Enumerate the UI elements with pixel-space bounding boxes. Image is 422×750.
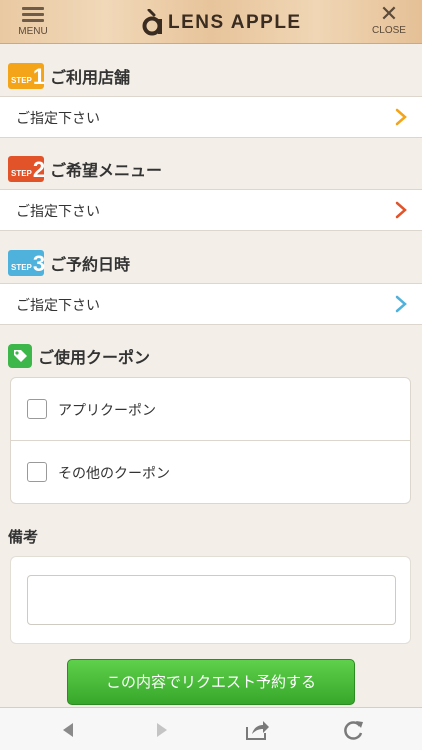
other-coupon-label: その他のクーポン bbox=[58, 466, 170, 482]
step1-badge: STEP 1 bbox=[8, 63, 46, 89]
coupon-title: ご使用クーポン bbox=[38, 348, 151, 367]
step1-badge-word: STEP bbox=[11, 76, 32, 85]
share-button[interactable] bbox=[242, 717, 272, 743]
logo: LENS APPLE bbox=[140, 8, 302, 38]
menu-label: MENU bbox=[18, 26, 48, 37]
forward-button[interactable] bbox=[147, 717, 177, 743]
step3-badge-word: STEP bbox=[11, 263, 32, 272]
store-select-value: ご指定下さい bbox=[16, 111, 100, 127]
other-coupon-checkbox[interactable] bbox=[27, 462, 47, 482]
datetime-select-value: ご指定下さい bbox=[16, 298, 100, 314]
datetime-select[interactable]: ご指定下さい bbox=[0, 283, 422, 325]
reload-button[interactable] bbox=[338, 717, 368, 743]
share-icon bbox=[246, 721, 269, 740]
app-coupon-label: アプリクーポン bbox=[58, 403, 156, 419]
menu-button[interactable]: MENU bbox=[8, 4, 58, 42]
remarks-input[interactable] bbox=[27, 575, 396, 625]
step3-title: ご予約日時 bbox=[50, 255, 131, 274]
remarks-label: 備考 bbox=[8, 528, 39, 546]
coupon-option-other[interactable]: その他のクーポン bbox=[11, 440, 410, 502]
step2-badge-word: STEP bbox=[11, 169, 32, 178]
step2-badge-number: 2 bbox=[32, 157, 46, 182]
browser-toolbar bbox=[0, 707, 422, 750]
close-button[interactable]: ✕ CLOSE bbox=[364, 4, 414, 42]
step3-badge-number: 3 bbox=[32, 251, 46, 276]
close-icon: ✕ bbox=[379, 2, 399, 27]
chevron-right-icon bbox=[395, 295, 407, 313]
step1-badge-number: 1 bbox=[32, 64, 46, 89]
back-icon bbox=[63, 723, 73, 737]
back-button[interactable] bbox=[53, 717, 83, 743]
reload-icon bbox=[344, 721, 363, 740]
step2-badge: STEP 2 bbox=[8, 156, 46, 182]
tag-icon bbox=[8, 344, 32, 368]
chevron-right-icon bbox=[395, 108, 407, 126]
step2-header: STEP 2 ご希望メニュー bbox=[8, 155, 162, 183]
app-header: MENU LENS APPLE ✕ CLOSE bbox=[0, 0, 422, 44]
coupon-option-app[interactable]: アプリクーポン bbox=[11, 378, 410, 440]
store-select[interactable]: ご指定下さい bbox=[0, 96, 422, 138]
app-coupon-checkbox[interactable] bbox=[27, 399, 47, 419]
step1-header: STEP 1 ご利用店舗 bbox=[8, 62, 130, 90]
step2-title: ご希望メニュー bbox=[50, 161, 163, 180]
coupon-list: アプリクーポン その他のクーポン bbox=[10, 377, 411, 504]
hamburger-icon bbox=[22, 7, 44, 23]
lens-apple-logo-icon bbox=[142, 9, 162, 36]
close-label: CLOSE bbox=[372, 25, 406, 36]
menu-select[interactable]: ご指定下さい bbox=[0, 189, 422, 231]
logo-text: LENS APPLE bbox=[168, 12, 302, 33]
chevron-right-icon bbox=[395, 201, 407, 219]
step3-badge: STEP 3 bbox=[8, 250, 46, 276]
step3-header: STEP 3 ご予約日時 bbox=[8, 249, 130, 277]
forward-icon bbox=[157, 723, 167, 737]
step1-title: ご利用店舗 bbox=[50, 68, 131, 87]
submit-reservation-button[interactable]: この内容でリクエスト予約する bbox=[67, 659, 355, 705]
menu-select-value: ご指定下さい bbox=[16, 204, 100, 220]
remarks-panel bbox=[10, 556, 411, 644]
coupon-header: ご使用クーポン bbox=[8, 342, 150, 370]
